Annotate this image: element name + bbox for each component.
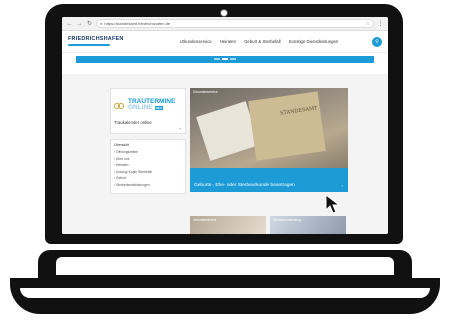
rings-icon xyxy=(114,101,125,110)
menu-item-sonstige[interactable]: Sonstige Dienstleistungen xyxy=(289,39,339,44)
mouse-pointer-icon xyxy=(325,193,341,214)
list-item[interactable]: › Heiraten xyxy=(114,163,182,167)
chevron-down-icon[interactable]: ⌄ xyxy=(114,125,182,130)
list-title: Übersicht xyxy=(114,143,130,147)
menu-item-urkundenservice[interactable]: Urkundenservice xyxy=(180,39,212,44)
browser-toolbar: ← → ↻ ● https://standesamt.friedrichshaf… xyxy=(62,17,388,31)
reload-icon[interactable]: ↻ xyxy=(86,17,93,31)
list-item[interactable]: › Öffnungszeiten xyxy=(114,150,182,154)
new-badge: NEU xyxy=(154,106,163,110)
search-icon[interactable]: ⚲ xyxy=(372,36,382,47)
slider-dots xyxy=(214,58,236,60)
site-header: FRIEDRICHSHAFEN Urkundenservice Heiraten… xyxy=(62,31,388,53)
sidebar: TRAUTERMINE ONLINE NEU Traukalender onlin… xyxy=(110,88,186,199)
menu-item-heiraten[interactable]: Heiraten xyxy=(220,39,236,44)
menu-icon[interactable]: ⋮ xyxy=(377,17,384,31)
lock-icon: ● xyxy=(100,21,103,26)
laptop-illustration: ← → ↻ ● https://standesamt.friedrichshaf… xyxy=(0,0,449,333)
list-item[interactable]: › Sterbedienstleistungen xyxy=(114,183,182,187)
tile-sterbe[interactable]: Sterbebeurkundung xyxy=(270,216,346,234)
caption-text: Geburts-, Ehe- oder Sterbeurkunde beantr… xyxy=(194,183,295,188)
list-item[interactable]: › Auszug/ Kopie Sterbefall xyxy=(114,170,182,174)
tile-geburt[interactable]: Geburtenservice xyxy=(190,216,266,234)
site-logo[interactable]: FRIEDRICHSHAFEN xyxy=(68,37,124,46)
tile-row: Geburtenservice Sterbebeurkundung xyxy=(190,216,348,234)
trautermine-banner: TRAUTERMINE ONLINE NEU xyxy=(114,92,182,118)
trautermine-card[interactable]: TRAUTERMINE ONLINE NEU Traukalender onlin… xyxy=(110,88,186,134)
feature-caption[interactable]: Geburts-, Ehe- oder Sterbeurkunde beantr… xyxy=(190,168,348,192)
trau-title-2: ONLINE NEU xyxy=(128,104,163,111)
webcam-icon xyxy=(220,9,228,17)
main-menu: Urkundenservice Heiraten Geburt & Sterbe… xyxy=(180,39,339,44)
hero-slider[interactable] xyxy=(76,56,374,63)
arrow-right-icon[interactable]: › xyxy=(342,183,343,188)
list-item[interactable]: › Geburt xyxy=(114,176,182,180)
laptop-base xyxy=(10,250,440,320)
feature-teaser[interactable]: STANDESAMT Urkundenservice Geburts-, Ehe… xyxy=(190,88,348,192)
overview-card: Übersicht › Öffnungszeiten › Über uns › … xyxy=(110,139,186,194)
feature-tag: Urkundenservice xyxy=(193,90,218,94)
star-icon[interactable]: ☆ xyxy=(366,21,370,27)
laptop-screen: ← → ↻ ● https://standesamt.friedrichshaf… xyxy=(62,17,388,234)
keyboard-deck xyxy=(56,257,394,275)
list-item[interactable]: › Über uns xyxy=(114,157,182,161)
documents-photo: STANDESAMT Urkundenservice xyxy=(190,88,348,168)
url-text: https://standesamt.friedrichshafen.de xyxy=(104,21,171,26)
address-bar[interactable]: ● https://standesamt.friedrichshafen.de … xyxy=(96,19,374,28)
arrow-right-icon[interactable]: → xyxy=(76,17,83,31)
menu-item-geburt-sterbefall[interactable]: Geburt & Sterbefall xyxy=(244,39,281,44)
page-content: TRAUTERMINE ONLINE NEU Traukalender onlin… xyxy=(62,74,388,234)
arrow-left-icon[interactable]: ← xyxy=(66,17,73,31)
